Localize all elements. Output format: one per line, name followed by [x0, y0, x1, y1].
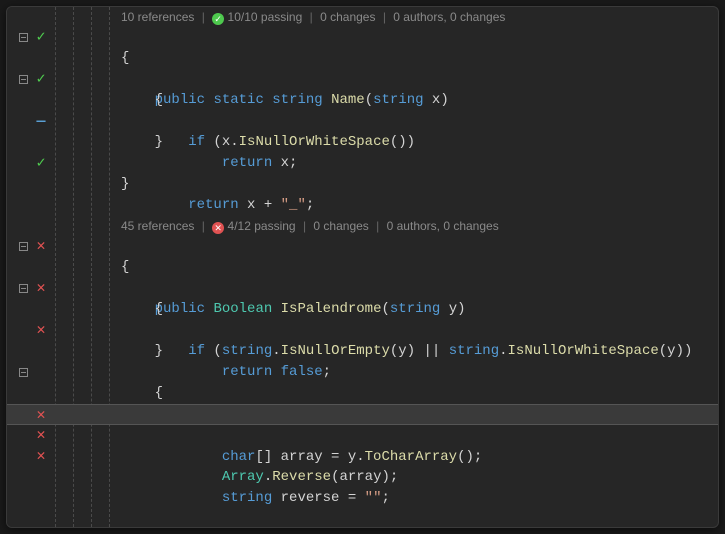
fold-icon[interactable]	[19, 75, 28, 84]
code-line[interactable]: }	[7, 174, 718, 195]
code-line[interactable]: else	[7, 362, 718, 383]
codelens-refs[interactable]: 10 references	[121, 10, 194, 24]
code-line[interactable]: {	[7, 48, 718, 69]
test-fail-icon: ✕	[33, 320, 49, 341]
test-fail-icon: ✕	[33, 446, 49, 467]
code-line[interactable]: ✓ if (x.IsNullOrWhiteSpace())	[7, 69, 718, 90]
codelens-row[interactable]: 45 references | ✕ 4/12 passing | 0 chang…	[7, 216, 718, 236]
code-line[interactable]: ✕ if (string.IsNullOrEmpty(y) || string.…	[7, 278, 718, 299]
code-line[interactable]: ✕ string reverse = "";	[7, 446, 718, 467]
tests-pass-icon: ✓	[212, 13, 224, 25]
test-fail-icon: ✕	[33, 405, 49, 426]
test-fail-icon: ✕	[33, 278, 49, 299]
code-line[interactable]: {	[7, 383, 718, 404]
code-line[interactable]: ✕ public Boolean IsPalendrome(string y)	[7, 236, 718, 257]
code-line[interactable]: — return x;	[7, 111, 718, 132]
fold-icon[interactable]	[19, 242, 28, 251]
code-line-current[interactable]: ✕ char[] array = y.ToCharArray();	[7, 404, 718, 425]
code-line[interactable]: ✓ return x + "_";	[7, 153, 718, 174]
codelens-authors[interactable]: 0 authors, 0 changes	[393, 10, 505, 24]
code-editor[interactable]: 10 references | ✓ 10/10 passing | 0 chan…	[6, 6, 719, 528]
codelens-row[interactable]: 10 references | ✓ 10/10 passing | 0 chan…	[7, 7, 718, 27]
codelens-authors[interactable]: 0 authors, 0 changes	[387, 219, 499, 233]
test-fail-icon: ✕	[33, 236, 49, 257]
test-pass-icon: ✓	[33, 69, 49, 90]
fold-icon[interactable]	[19, 33, 28, 42]
test-skip-icon: —	[33, 111, 49, 132]
code-line[interactable]: ✕ Array.Reverse(array);	[7, 425, 718, 446]
code-line[interactable]: {	[7, 257, 718, 278]
test-pass-icon: ✓	[33, 153, 49, 174]
fold-icon[interactable]	[19, 284, 28, 293]
code-line[interactable]: {	[7, 90, 718, 111]
test-fail-icon: ✕	[33, 425, 49, 446]
fold-icon[interactable]	[19, 368, 28, 377]
codelens-tests[interactable]: 4/12 passing	[228, 219, 296, 233]
code-line[interactable]: }	[7, 132, 718, 153]
code-line[interactable]: ✓ public static string Name(string x)	[7, 27, 718, 48]
test-pass-icon: ✓	[33, 27, 49, 48]
tests-fail-icon: ✕	[212, 222, 224, 234]
codelens-changes[interactable]: 0 changes	[320, 10, 375, 24]
codelens-changes[interactable]: 0 changes	[313, 219, 368, 233]
code-line[interactable]	[7, 195, 718, 216]
code-line[interactable]: }	[7, 341, 718, 362]
codelens-tests[interactable]: 10/10 passing	[228, 10, 303, 24]
code-line[interactable]: ✕ return false;	[7, 320, 718, 341]
code-line[interactable]: {	[7, 299, 718, 320]
